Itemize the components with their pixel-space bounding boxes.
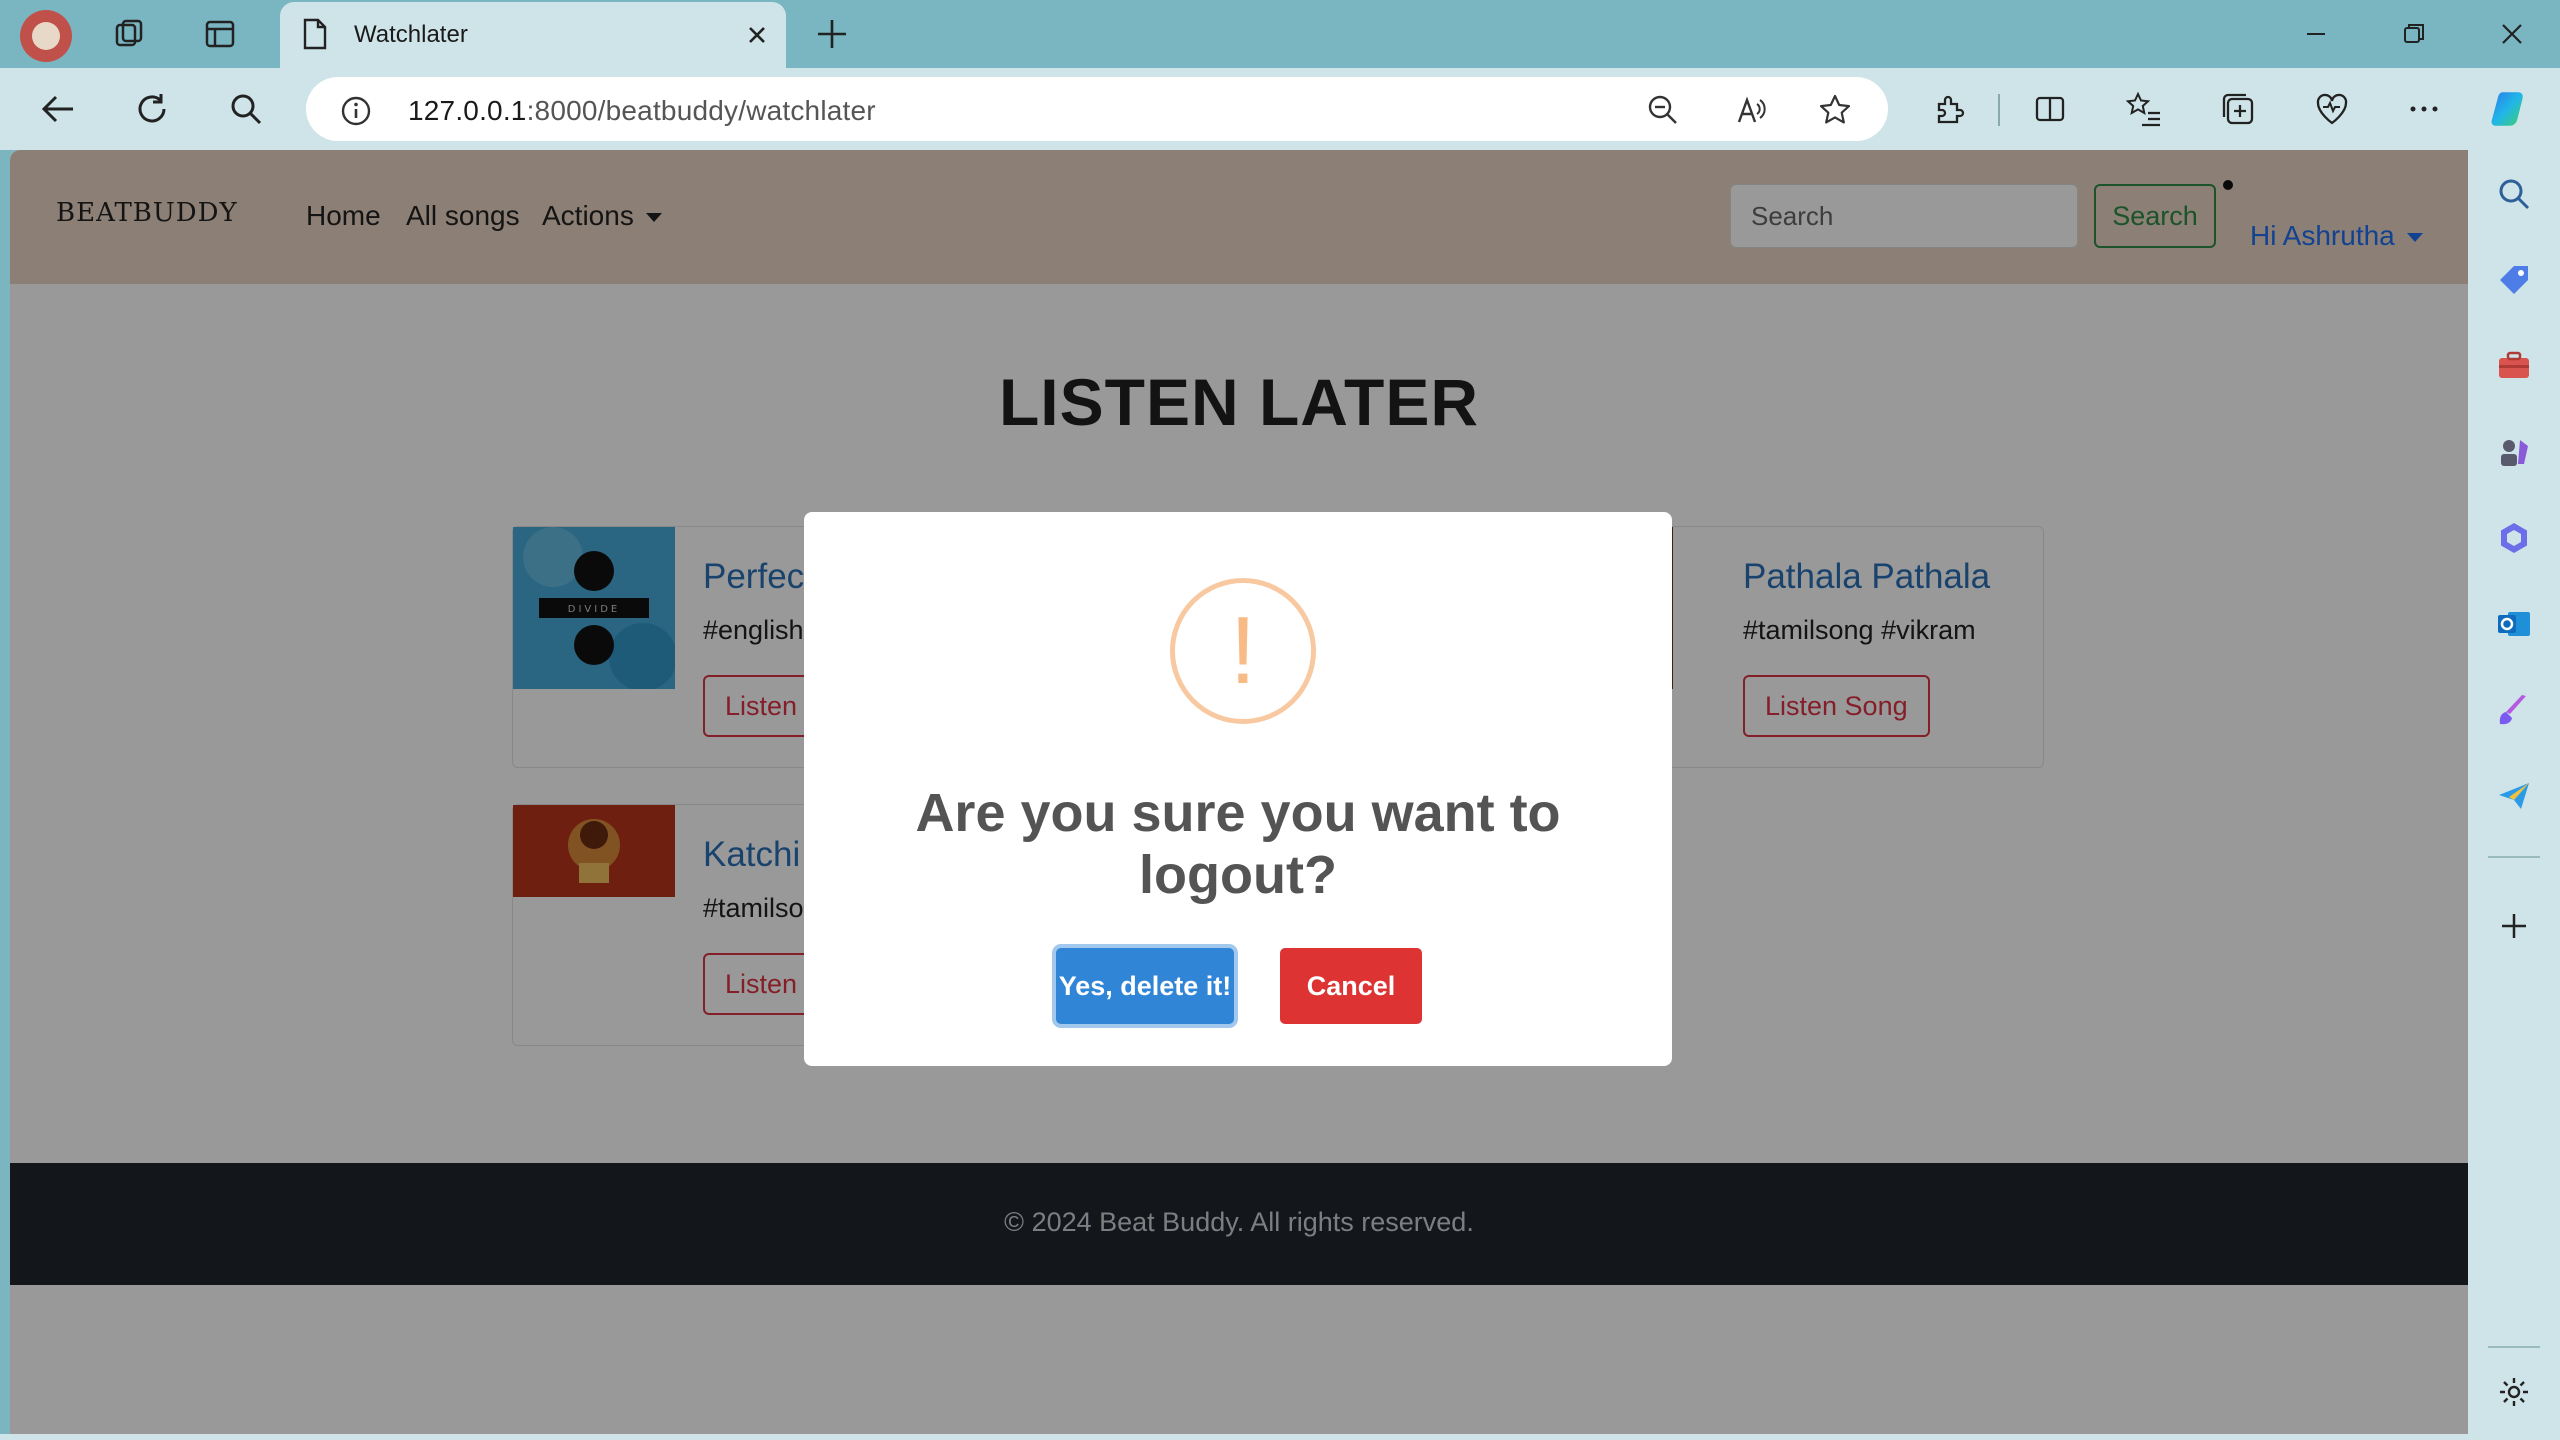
tab-actions-icon[interactable] xyxy=(200,14,240,54)
minimize-icon[interactable] xyxy=(2294,14,2338,54)
extensions-icon[interactable] xyxy=(1928,87,1972,131)
restore-icon[interactable] xyxy=(2392,14,2436,54)
dialog-title: Are you sure you want to logout? xyxy=(915,783,1561,905)
designer-icon[interactable] xyxy=(2494,690,2534,730)
close-icon[interactable] xyxy=(740,18,774,57)
edge-sidebar xyxy=(2468,150,2560,1440)
shopping-tag-icon[interactable] xyxy=(2494,260,2534,300)
tools-briefcase-icon[interactable] xyxy=(2494,346,2534,386)
back-arrow-icon[interactable] xyxy=(36,87,80,131)
send-plane-icon[interactable] xyxy=(2494,776,2534,816)
tab-title: Watchlater xyxy=(354,21,468,48)
workspaces-icon[interactable] xyxy=(110,14,150,54)
add-sidebar-icon[interactable] xyxy=(2494,906,2534,946)
url-path: :8000/beatbuddy/watchlater xyxy=(526,95,876,126)
browser-toolbar: 127.0.0.1:8000/beatbuddy/watchlater xyxy=(0,68,2560,150)
page-viewport: BEATBUDDY Home All songs Actions Search … xyxy=(10,150,2468,1434)
profile-avatar[interactable] xyxy=(20,10,72,62)
tab-watchlater[interactable]: Watchlater xyxy=(280,2,786,68)
outlook-icon[interactable] xyxy=(2494,604,2534,644)
window-close-icon[interactable] xyxy=(2490,14,2534,54)
read-aloud-icon[interactable] xyxy=(1734,93,1768,127)
microsoft-365-icon[interactable] xyxy=(2494,518,2534,558)
settings-gear-icon[interactable] xyxy=(2494,1372,2534,1412)
browser-essentials-icon[interactable] xyxy=(2310,87,2354,131)
refresh-icon[interactable] xyxy=(130,87,174,131)
confirm-button[interactable]: Yes, delete it! xyxy=(1056,948,1234,1024)
collections-icon[interactable] xyxy=(2216,87,2260,131)
search-icon[interactable] xyxy=(224,87,268,131)
favorites-icon[interactable] xyxy=(2122,87,2166,131)
copilot-icon[interactable] xyxy=(2490,87,2534,131)
new-tab-icon[interactable] xyxy=(812,14,852,59)
sidebar-divider xyxy=(2488,856,2540,858)
logout-confirm-dialog: ! Are you sure you want to logout? Yes, … xyxy=(804,512,1672,1066)
info-icon[interactable] xyxy=(340,95,372,132)
page-icon xyxy=(302,18,328,55)
more-menu-icon[interactable] xyxy=(2402,87,2446,131)
warning-icon: ! xyxy=(1170,578,1316,724)
games-icon[interactable] xyxy=(2494,432,2534,472)
url-text[interactable]: 127.0.0.1:8000/beatbuddy/watchlater xyxy=(408,95,876,127)
sidebar-divider-bottom xyxy=(2488,1346,2540,1348)
url-host: 127.0.0.1 xyxy=(408,95,527,126)
sidebar-search-icon[interactable] xyxy=(2494,174,2534,214)
address-bar[interactable]: 127.0.0.1:8000/beatbuddy/watchlater xyxy=(306,77,1888,141)
split-screen-icon[interactable] xyxy=(2028,87,2072,131)
toolbar-divider xyxy=(1998,94,2000,126)
cancel-button[interactable]: Cancel xyxy=(1280,948,1422,1024)
favorite-star-icon[interactable] xyxy=(1818,93,1852,127)
window-bottom-edge xyxy=(0,1434,2560,1440)
zoom-out-icon[interactable] xyxy=(1646,93,1680,127)
browser-titlebar: Watchlater xyxy=(0,0,2560,68)
